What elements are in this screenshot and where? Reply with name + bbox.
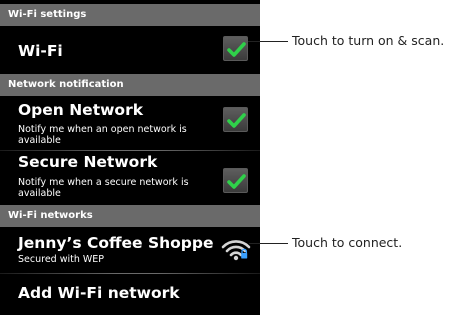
callout-line-connect (249, 243, 288, 244)
open-network-subtitle: Notify me when an open network is availa… (18, 124, 187, 146)
network-security: Secured with WEP (18, 254, 105, 265)
section-header-wifi-settings: Wi-Fi settings (0, 4, 260, 26)
secure-network-subtitle: Notify me when a secure network is avail… (18, 177, 189, 199)
wifi-settings-screen: Wi-Fi settings Wi-Fi Network notificatio… (0, 0, 260, 315)
wifi-checkbox[interactable] (223, 36, 248, 61)
open-network-row[interactable]: Open Network Notify me when an open netw… (0, 96, 260, 150)
checkmark-icon (227, 113, 246, 128)
open-network-title: Open Network (18, 101, 144, 119)
open-network-checkbox[interactable] (223, 107, 248, 132)
checkmark-icon (227, 174, 246, 189)
callout-connect: Touch to connect. (292, 235, 403, 250)
add-wifi-network-row[interactable]: Add Wi-Fi network (0, 274, 260, 315)
callout-line-toggle (248, 41, 288, 42)
add-wifi-network-label: Add Wi-Fi network (18, 284, 180, 302)
checkmark-icon (227, 42, 246, 57)
secure-network-row[interactable]: Secure Network Notify me when a secure n… (0, 151, 260, 205)
secure-network-title: Secure Network (18, 153, 158, 171)
wifi-toggle-row[interactable]: Wi-Fi (0, 26, 260, 70)
wifi-secured-icon (221, 240, 251, 261)
section-header-wifi-networks: Wi-Fi networks (0, 205, 260, 227)
network-name: Jenny’s Coffee Shoppe (18, 234, 214, 252)
secure-network-checkbox[interactable] (223, 168, 248, 193)
wifi-toggle-label: Wi-Fi (18, 42, 63, 60)
callout-toggle: Touch to turn on & scan. (292, 33, 445, 48)
section-header-network-notification: Network notification (0, 74, 260, 96)
